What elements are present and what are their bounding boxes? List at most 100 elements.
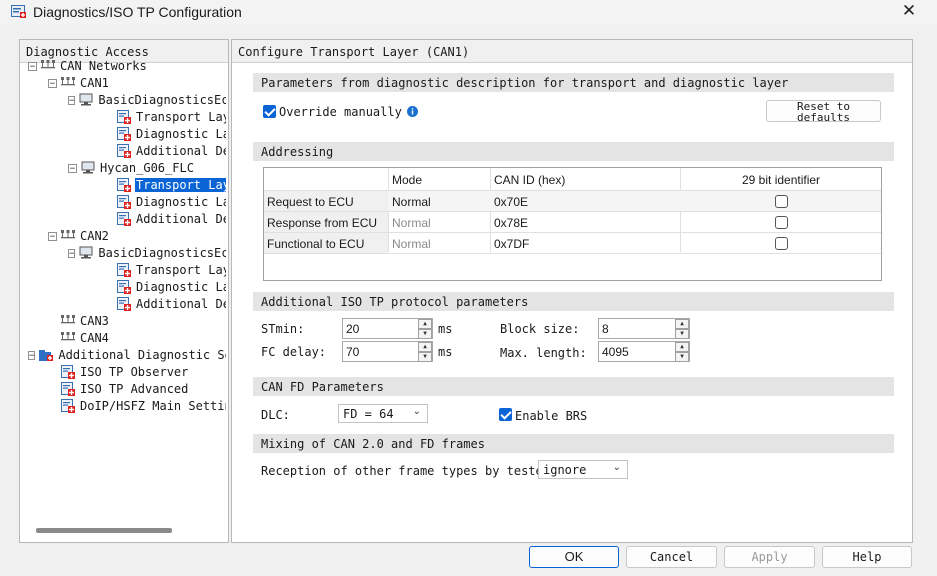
- row-label: Functional to ECU: [267, 237, 365, 251]
- tree-item[interactable]: − CAN Networks: [28, 58, 226, 74]
- chevron-down-icon: ⌄: [612, 462, 621, 473]
- reception-dropdown[interactable]: ignore ⌄: [538, 460, 628, 479]
- can-id-cell[interactable]: 0x78E: [494, 216, 528, 230]
- collapse-icon[interactable]: −: [48, 231, 57, 241]
- reception-label: Reception of other frame types by tester…: [261, 464, 558, 478]
- enable-brs-checkbox[interactable]: [499, 408, 512, 421]
- block-size-spinbox[interactable]: 8 ▲ ▼: [598, 318, 690, 339]
- row-label: Request to ECU: [267, 195, 354, 209]
- collapse-icon[interactable]: −: [68, 248, 76, 258]
- fc-delay-spinbox[interactable]: 70 ▲ ▼: [342, 341, 433, 362]
- tree-item[interactable]: Additional Desc: [116, 296, 226, 312]
- tree-item[interactable]: − CAN1: [48, 75, 226, 91]
- config-page-icon: [61, 365, 75, 379]
- collapse-icon[interactable]: −: [68, 163, 77, 173]
- collapse-icon[interactable]: −: [48, 78, 57, 88]
- max-length-spinbox[interactable]: 4095 ▲ ▼: [598, 341, 690, 362]
- fc-delay-unit: ms: [438, 345, 453, 359]
- tree-item[interactable]: Diagnostic Layer: [116, 194, 226, 210]
- tree-item-label: Additional Diagnostic Se: [58, 348, 226, 362]
- collapse-icon[interactable]: −: [28, 350, 36, 360]
- row-label: Response from ECU: [267, 216, 378, 230]
- addressing-section-title: Addressing: [261, 145, 334, 159]
- network-icon: [41, 60, 55, 69]
- config-page-icon: [117, 144, 131, 158]
- tree-item-label: Transport Layer: [136, 263, 226, 277]
- tree-item[interactable]: − Hycan_G06_FLC: [68, 160, 226, 176]
- dlc-label: DLC:: [261, 408, 290, 422]
- 29bit-checkbox[interactable]: [775, 216, 788, 229]
- tree-item[interactable]: Additional Desc: [116, 143, 226, 159]
- diagnostic-access-panel: Diagnostic Access − CAN Networks − CAN1− Bas…: [19, 39, 229, 543]
- collapse-icon[interactable]: −: [68, 95, 76, 105]
- folder-icon: [39, 350, 54, 361]
- tree-item[interactable]: Transport Layer: [116, 177, 226, 193]
- spin-up-icon[interactable]: ▲: [418, 342, 432, 352]
- chevron-down-icon: ⌄: [412, 406, 421, 417]
- tree-item[interactable]: ISO TP Observer: [60, 364, 226, 380]
- tree-item-label: Diagnostic Layer: [136, 195, 226, 209]
- ecu-icon: [79, 246, 93, 259]
- configure-transport-panel: Configure Transport Layer (CAN1) Paramet…: [231, 39, 913, 543]
- tree-item-label: CAN Networks: [60, 59, 147, 73]
- column-header-mode: Mode: [392, 173, 423, 187]
- apply-button[interactable]: Apply: [724, 546, 815, 568]
- network-icon: [61, 77, 75, 86]
- tree-item-label: BasicDiagnosticsEc: [98, 246, 226, 260]
- config-page-icon: [117, 263, 131, 277]
- tree-item[interactable]: CAN4: [60, 330, 226, 346]
- can-id-cell[interactable]: 0x70E: [494, 195, 528, 209]
- close-icon[interactable]: ✕: [899, 2, 919, 22]
- spin-up-icon[interactable]: ▲: [418, 319, 432, 329]
- stmin-spinbox[interactable]: 20 ▲ ▼: [342, 318, 433, 339]
- override-checkbox[interactable]: [263, 105, 276, 118]
- spin-down-icon[interactable]: ▼: [418, 352, 432, 362]
- horizontal-scrollbar[interactable]: [36, 528, 172, 533]
- tree-item[interactable]: Transport Layer: [116, 109, 226, 125]
- stmin-value: 20: [346, 322, 360, 336]
- spin-down-icon[interactable]: ▼: [675, 329, 689, 339]
- network-icon: [61, 230, 75, 239]
- tree-item-label: Additional Desc: [136, 212, 226, 226]
- reset-to-defaults-button[interactable]: Reset to defaults: [766, 100, 881, 123]
- spin-up-icon[interactable]: ▲: [675, 342, 689, 352]
- spin-down-icon[interactable]: ▼: [675, 352, 689, 362]
- info-icon[interactable]: [407, 106, 418, 117]
- params-section-header: Parameters from diagnostic description f…: [253, 73, 894, 92]
- tree-item[interactable]: − BasicDiagnosticsEc: [68, 92, 226, 108]
- tree-item[interactable]: Transport Layer: [116, 262, 226, 278]
- tree-item-label: CAN3: [80, 314, 109, 328]
- config-page-icon: [117, 280, 131, 294]
- tree-item-label: BasicDiagnosticsEc: [98, 93, 226, 107]
- 29bit-checkbox[interactable]: [775, 237, 788, 250]
- network-icon: [61, 332, 75, 341]
- title-bar: Diagnostics/ISO TP Configuration ✕: [0, 0, 937, 24]
- tree-item-label: Transport Layer: [135, 178, 226, 192]
- tree-item[interactable]: Diagnostic Layer: [116, 126, 226, 142]
- tree-item[interactable]: Additional Desc: [116, 211, 226, 227]
- ok-button[interactable]: OK: [529, 546, 619, 568]
- tree-item[interactable]: ISO TP Advanced: [60, 381, 226, 397]
- tree-item[interactable]: − Additional Diagnostic Se: [28, 347, 226, 363]
- 29bit-checkbox[interactable]: [775, 195, 788, 208]
- iso-tp-section-title: Additional ISO TP protocol parameters: [261, 295, 529, 309]
- spin-down-icon[interactable]: ▼: [418, 329, 432, 339]
- tree-item[interactable]: DoIP/HSFZ Main Settin: [60, 398, 226, 414]
- addressing-section-header: Addressing: [253, 142, 894, 161]
- reception-value: ignore: [543, 463, 587, 477]
- tree-item[interactable]: − BasicDiagnosticsEc: [68, 245, 226, 261]
- tree-item-label: CAN1: [80, 76, 109, 90]
- collapse-icon[interactable]: −: [28, 61, 37, 71]
- cancel-button[interactable]: Cancel: [626, 546, 717, 568]
- tree-item-label: Additional Desc: [136, 297, 226, 311]
- tree-item[interactable]: − CAN2: [48, 228, 226, 244]
- help-button[interactable]: Help: [822, 546, 912, 568]
- tree-item[interactable]: Diagnostic Layer: [116, 279, 226, 295]
- stmin-label: STmin:: [261, 322, 305, 336]
- tree-item[interactable]: CAN3: [60, 313, 226, 329]
- config-page-icon: [61, 382, 75, 396]
- dlc-dropdown[interactable]: FD = 64 ⌄: [338, 404, 428, 423]
- mode-cell[interactable]: Normal: [392, 195, 431, 209]
- spin-up-icon[interactable]: ▲: [675, 319, 689, 329]
- can-id-cell[interactable]: 0x7DF: [494, 237, 529, 251]
